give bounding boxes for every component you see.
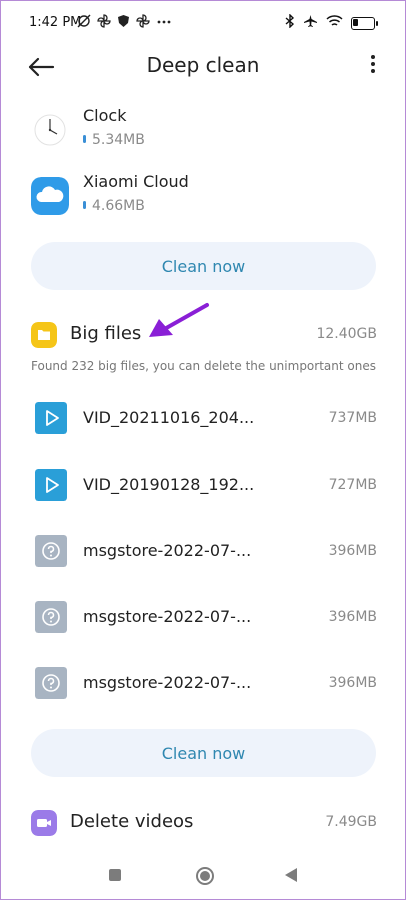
folder-icon	[31, 322, 57, 348]
status-bar: 1:42 PM	[1, 1, 405, 45]
file-name: msgstore-2022-07-...	[83, 673, 252, 692]
clean-now-button[interactable]: Clean now	[31, 729, 376, 777]
no-alarm-icon	[77, 14, 91, 32]
file-size: 396MB	[328, 609, 377, 625]
bluetooth-icon	[285, 13, 295, 32]
file-row[interactable]: VID_20190128_192... 727MB	[35, 468, 377, 504]
file-size: 737MB	[328, 410, 377, 426]
recents-icon[interactable]	[109, 869, 121, 881]
file-row[interactable]: msgstore-2022-07-... 396MB	[35, 666, 377, 702]
question-icon	[35, 601, 67, 633]
section-title: Big files	[70, 323, 142, 344]
app-row-xiaomi-cloud[interactable]: Xiaomi Cloud 4.66MB	[31, 169, 381, 225]
battery-icon	[351, 16, 378, 30]
shield-icon	[117, 14, 130, 32]
annotation-arrow-icon	[149, 303, 209, 337]
app-name: Xiaomi Cloud	[83, 172, 189, 191]
question-icon	[35, 667, 67, 699]
clock-icon	[34, 114, 66, 146]
file-size: 727MB	[328, 477, 377, 493]
delete-videos-header[interactable]: Delete videos 7.49GB	[31, 807, 377, 839]
airplane-icon	[303, 14, 318, 32]
screen: 1:42 PM Deep clean Clock 5.34MB Xiaomi C…	[0, 0, 406, 900]
file-name: VID_20211016_204...	[83, 408, 255, 427]
section-size: 12.40GB	[316, 326, 377, 342]
pinwheel-icon	[97, 14, 111, 32]
more-dots-icon	[156, 14, 172, 32]
app-header: Deep clean	[1, 45, 405, 89]
home-icon[interactable]	[196, 867, 214, 885]
file-name: VID_20190128_192...	[83, 475, 255, 494]
app-name: Clock	[83, 106, 127, 125]
pinwheel-icon	[136, 14, 150, 32]
file-row[interactable]: VID_20211016_204... 737MB	[35, 401, 377, 437]
more-options-icon[interactable]	[369, 55, 377, 79]
status-left-icons	[77, 14, 172, 32]
video-camera-icon	[31, 810, 57, 836]
big-files-description: Found 232 big files, you can delete the …	[31, 359, 376, 373]
cloud-icon	[31, 177, 69, 215]
file-row[interactable]: msgstore-2022-07-... 396MB	[35, 600, 377, 636]
app-size: 5.34MB	[83, 132, 145, 148]
play-icon	[35, 402, 67, 434]
section-size: 7.49GB	[325, 814, 377, 830]
status-time: 1:42 PM	[29, 15, 82, 30]
file-size: 396MB	[328, 543, 377, 559]
play-icon	[35, 469, 67, 501]
system-nav-bar	[1, 851, 405, 899]
wifi-icon	[326, 14, 343, 32]
app-row-clock[interactable]: Clock 5.34MB	[31, 103, 381, 159]
nav-back-icon[interactable]	[285, 868, 297, 882]
page-title: Deep clean	[146, 53, 260, 77]
app-size: 4.66MB	[83, 198, 145, 214]
question-icon	[35, 535, 67, 567]
file-row[interactable]: msgstore-2022-07-... 396MB	[35, 534, 377, 570]
file-name: msgstore-2022-07-...	[83, 541, 252, 560]
file-name: msgstore-2022-07-...	[83, 607, 252, 626]
section-title: Delete videos	[70, 811, 194, 832]
status-right-icons	[285, 13, 378, 32]
clean-now-button[interactable]: Clean now	[31, 242, 376, 290]
file-size: 396MB	[328, 675, 377, 691]
